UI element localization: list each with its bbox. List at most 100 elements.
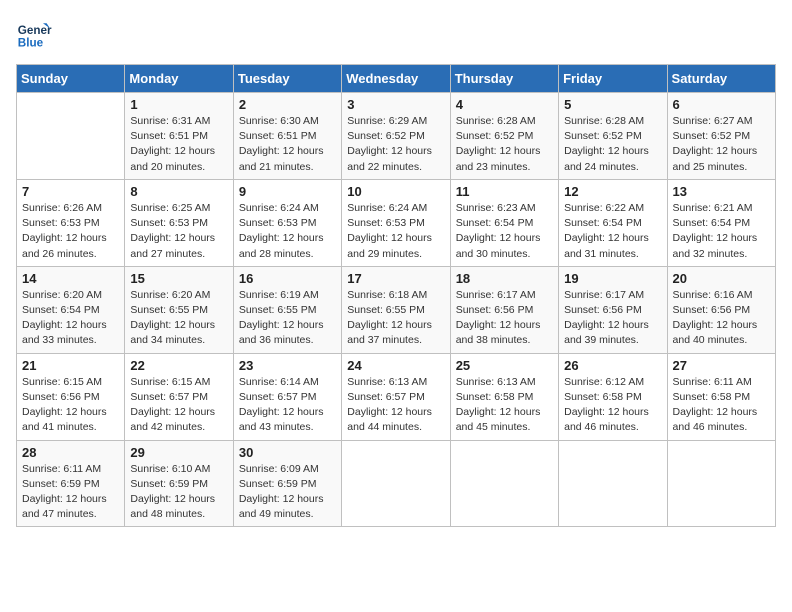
svg-text:Blue: Blue [18,37,44,50]
day-info: Sunrise: 6:26 AM Sunset: 6:53 PM Dayligh… [22,201,119,262]
calendar-cell: 28 Sunrise: 6:11 AM Sunset: 6:59 PM Dayli… [17,440,125,527]
calendar-cell: 20 Sunrise: 6:16 AM Sunset: 6:56 PM Dayli… [667,266,775,353]
calendar-cell: 23 Sunrise: 6:14 AM Sunset: 6:57 PM Dayli… [233,353,341,440]
calendar-cell: 30 Sunrise: 6:09 AM Sunset: 6:59 PM Dayli… [233,440,341,527]
weekday-header-friday: Friday [559,65,667,93]
day-number: 7 [22,184,119,199]
day-info: Sunrise: 6:11 AM Sunset: 6:59 PM Dayligh… [22,462,119,523]
day-number: 11 [456,184,553,199]
logo: General Blue [16,16,56,52]
day-number: 23 [239,358,336,373]
day-number: 26 [564,358,661,373]
calendar-week-row: 14 Sunrise: 6:20 AM Sunset: 6:54 PM Dayli… [17,266,776,353]
calendar-cell: 13 Sunrise: 6:21 AM Sunset: 6:54 PM Dayli… [667,179,775,266]
day-info: Sunrise: 6:12 AM Sunset: 6:58 PM Dayligh… [564,375,661,436]
calendar-week-row: 21 Sunrise: 6:15 AM Sunset: 6:56 PM Dayli… [17,353,776,440]
day-info: Sunrise: 6:17 AM Sunset: 6:56 PM Dayligh… [564,288,661,349]
day-info: Sunrise: 6:15 AM Sunset: 6:56 PM Dayligh… [22,375,119,436]
day-number: 28 [22,445,119,460]
day-number: 19 [564,271,661,286]
calendar-cell: 10 Sunrise: 6:24 AM Sunset: 6:53 PM Dayli… [342,179,450,266]
day-number: 5 [564,97,661,112]
calendar-table: SundayMondayTuesdayWednesdayThursdayFrid… [16,64,776,527]
weekday-header-sunday: Sunday [17,65,125,93]
day-number: 6 [673,97,770,112]
calendar-week-row: 7 Sunrise: 6:26 AM Sunset: 6:53 PM Daylig… [17,179,776,266]
day-number: 16 [239,271,336,286]
weekday-header-thursday: Thursday [450,65,558,93]
calendar-cell: 26 Sunrise: 6:12 AM Sunset: 6:58 PM Dayli… [559,353,667,440]
calendar-cell: 22 Sunrise: 6:15 AM Sunset: 6:57 PM Dayli… [125,353,233,440]
day-number: 17 [347,271,444,286]
day-number: 20 [673,271,770,286]
day-number: 4 [456,97,553,112]
calendar-cell: 1Sunrise: 6:31 AM Sunset: 6:51 PM Daylig… [125,93,233,180]
day-info: Sunrise: 6:17 AM Sunset: 6:56 PM Dayligh… [456,288,553,349]
day-info: Sunrise: 6:24 AM Sunset: 6:53 PM Dayligh… [347,201,444,262]
day-number: 3 [347,97,444,112]
weekday-header-tuesday: Tuesday [233,65,341,93]
weekday-header-row: SundayMondayTuesdayWednesdayThursdayFrid… [17,65,776,93]
day-info: Sunrise: 6:18 AM Sunset: 6:55 PM Dayligh… [347,288,444,349]
calendar-cell: 3 Sunrise: 6:29 AM Sunset: 6:52 PM Daylig… [342,93,450,180]
calendar-cell: 18Sunrise: 6:17 AM Sunset: 6:56 PM Dayli… [450,266,558,353]
day-info: Sunrise: 6:28 AM Sunset: 6:52 PM Dayligh… [456,114,553,175]
calendar-cell: 4 Sunrise: 6:28 AM Sunset: 6:52 PM Daylig… [450,93,558,180]
day-number: 8 [130,184,227,199]
day-info: Sunrise: 6:23 AM Sunset: 6:54 PM Dayligh… [456,201,553,262]
calendar-cell: 17 Sunrise: 6:18 AM Sunset: 6:55 PM Dayli… [342,266,450,353]
day-info: Sunrise: 6:19 AM Sunset: 6:55 PM Dayligh… [239,288,336,349]
weekday-header-wednesday: Wednesday [342,65,450,93]
weekday-header-monday: Monday [125,65,233,93]
calendar-cell: 9Sunrise: 6:24 AM Sunset: 6:53 PM Daylig… [233,179,341,266]
day-number: 2 [239,97,336,112]
calendar-cell: 12 Sunrise: 6:22 AM Sunset: 6:54 PM Dayli… [559,179,667,266]
calendar-week-row: 1Sunrise: 6:31 AM Sunset: 6:51 PM Daylig… [17,93,776,180]
day-info: Sunrise: 6:24 AM Sunset: 6:53 PM Dayligh… [239,201,336,262]
calendar-cell: 6 Sunrise: 6:27 AM Sunset: 6:52 PM Daylig… [667,93,775,180]
day-info: Sunrise: 6:22 AM Sunset: 6:54 PM Dayligh… [564,201,661,262]
day-info: Sunrise: 6:15 AM Sunset: 6:57 PM Dayligh… [130,375,227,436]
calendar-cell: 19 Sunrise: 6:17 AM Sunset: 6:56 PM Dayli… [559,266,667,353]
day-number: 10 [347,184,444,199]
calendar-cell: 11 Sunrise: 6:23 AM Sunset: 6:54 PM Dayli… [450,179,558,266]
day-info: Sunrise: 6:25 AM Sunset: 6:53 PM Dayligh… [130,201,227,262]
day-number: 30 [239,445,336,460]
day-number: 24 [347,358,444,373]
calendar-cell: 5 Sunrise: 6:28 AM Sunset: 6:52 PM Daylig… [559,93,667,180]
day-info: Sunrise: 6:10 AM Sunset: 6:59 PM Dayligh… [130,462,227,523]
day-info: Sunrise: 6:28 AM Sunset: 6:52 PM Dayligh… [564,114,661,175]
calendar-cell: 8 Sunrise: 6:25 AM Sunset: 6:53 PM Daylig… [125,179,233,266]
day-info: Sunrise: 6:20 AM Sunset: 6:55 PM Dayligh… [130,288,227,349]
day-info: Sunrise: 6:09 AM Sunset: 6:59 PM Dayligh… [239,462,336,523]
calendar-cell: 27Sunrise: 6:11 AM Sunset: 6:58 PM Dayli… [667,353,775,440]
calendar-cell [450,440,558,527]
day-number: 14 [22,271,119,286]
calendar-cell: 14 Sunrise: 6:20 AM Sunset: 6:54 PM Dayli… [17,266,125,353]
day-number: 27 [673,358,770,373]
day-number: 29 [130,445,227,460]
calendar-cell: 29 Sunrise: 6:10 AM Sunset: 6:59 PM Dayli… [125,440,233,527]
day-number: 25 [456,358,553,373]
day-number: 1 [130,97,227,112]
calendar-cell [17,93,125,180]
calendar-cell [559,440,667,527]
calendar-cell: 7 Sunrise: 6:26 AM Sunset: 6:53 PM Daylig… [17,179,125,266]
day-info: Sunrise: 6:14 AM Sunset: 6:57 PM Dayligh… [239,375,336,436]
day-info: Sunrise: 6:29 AM Sunset: 6:52 PM Dayligh… [347,114,444,175]
calendar-cell [342,440,450,527]
calendar-cell: 21 Sunrise: 6:15 AM Sunset: 6:56 PM Dayli… [17,353,125,440]
calendar-cell: 2 Sunrise: 6:30 AM Sunset: 6:51 PM Daylig… [233,93,341,180]
day-info: Sunrise: 6:21 AM Sunset: 6:54 PM Dayligh… [673,201,770,262]
weekday-header-saturday: Saturday [667,65,775,93]
day-info: Sunrise: 6:30 AM Sunset: 6:51 PM Dayligh… [239,114,336,175]
day-number: 12 [564,184,661,199]
day-info: Sunrise: 6:20 AM Sunset: 6:54 PM Dayligh… [22,288,119,349]
calendar-cell: 15Sunrise: 6:20 AM Sunset: 6:55 PM Dayli… [125,266,233,353]
day-number: 22 [130,358,227,373]
day-info: Sunrise: 6:27 AM Sunset: 6:52 PM Dayligh… [673,114,770,175]
day-info: Sunrise: 6:16 AM Sunset: 6:56 PM Dayligh… [673,288,770,349]
day-number: 21 [22,358,119,373]
day-number: 13 [673,184,770,199]
page-header: General Blue [16,16,776,52]
